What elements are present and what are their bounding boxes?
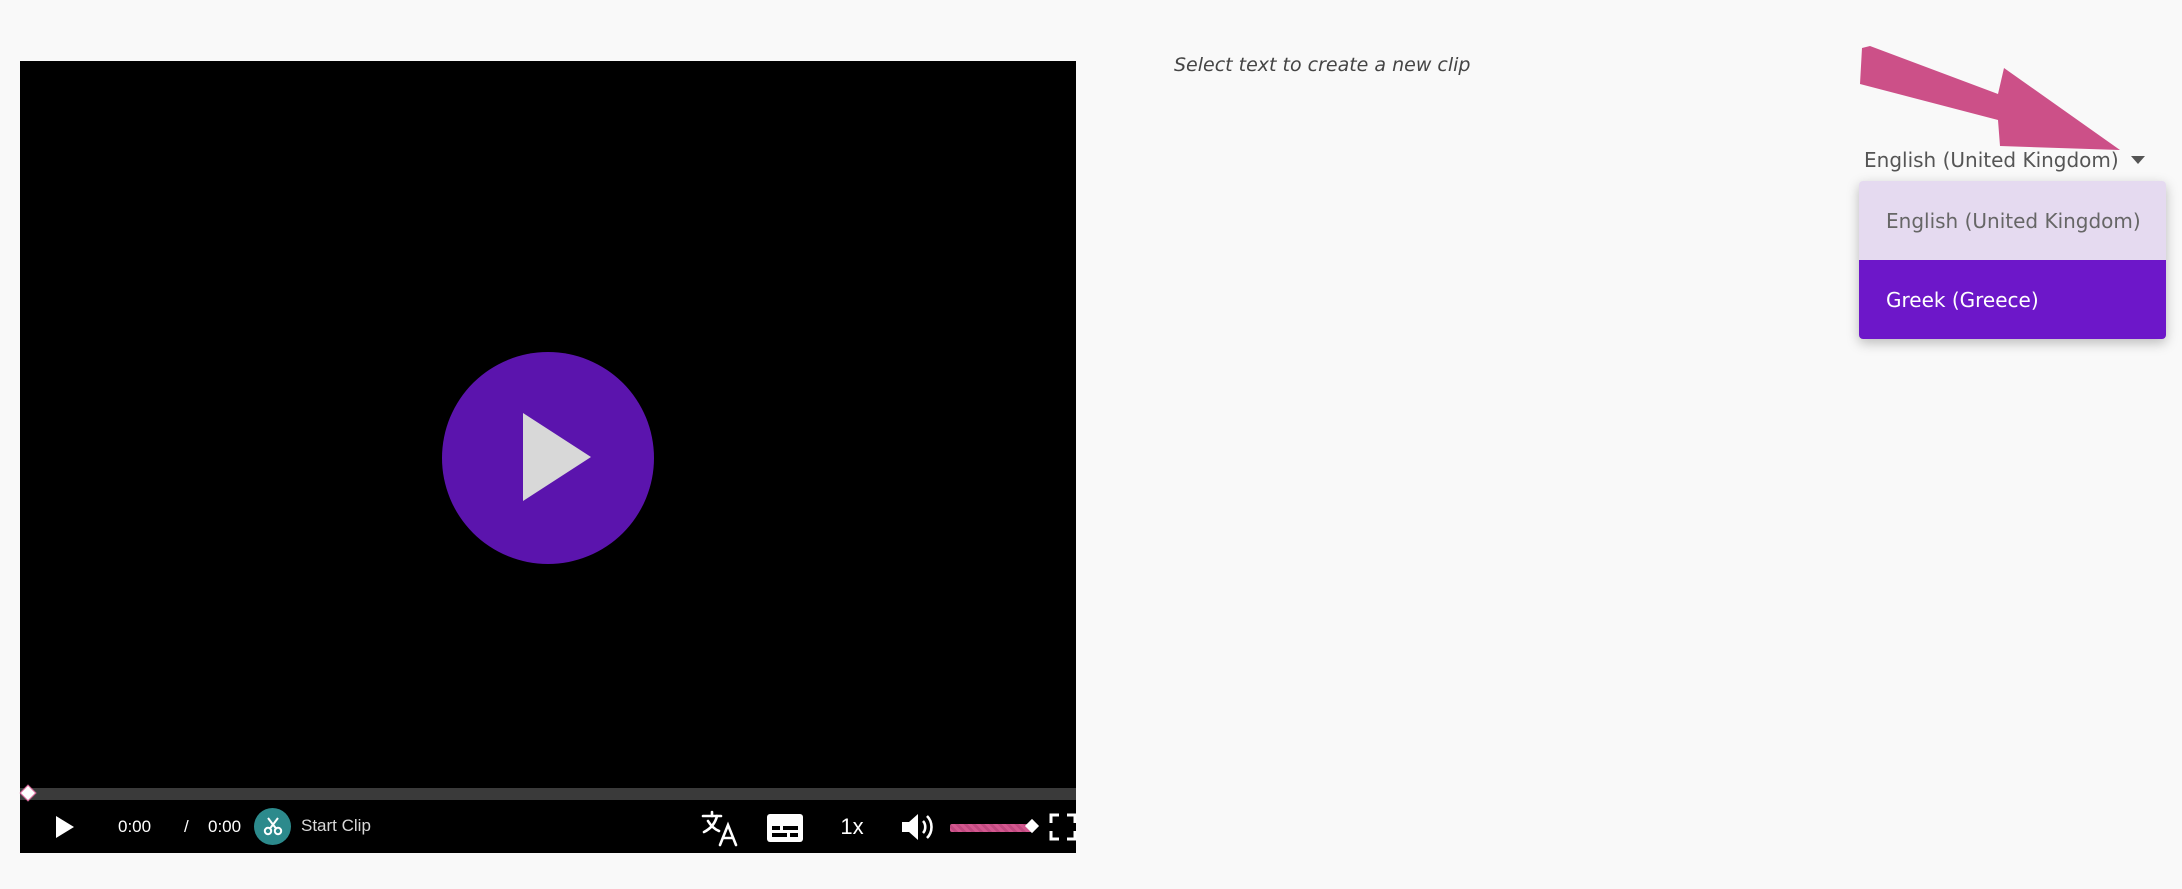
translate-button[interactable] — [700, 808, 740, 848]
translate-icon — [701, 810, 738, 847]
play-icon — [523, 413, 591, 501]
volume-icon — [902, 814, 933, 840]
volume-button[interactable] — [898, 810, 938, 844]
language-option-english[interactable]: English (United Kingdom) — [1859, 181, 2166, 260]
video-player[interactable]: 0:00 / 0:00 Start Clip 1x — [19, 61, 1078, 853]
language-option-greek[interactable]: Greek (Greece) — [1859, 260, 2166, 339]
subtitles-button[interactable] — [766, 810, 804, 846]
scissors-icon — [254, 807, 291, 845]
volume-handle[interactable] — [1024, 818, 1040, 834]
clip-hint: Select text to create a new clip — [1174, 54, 1471, 76]
volume-slider[interactable] — [950, 818, 1040, 834]
play-icon — [56, 816, 74, 838]
play-button[interactable] — [48, 812, 78, 842]
start-clip-label: Start Clip — [301, 816, 371, 835]
control-bar: 0:00 / 0:00 Start Clip 1x — [20, 800, 1078, 853]
progress-handle[interactable] — [19, 784, 37, 802]
time-separator: / — [184, 817, 189, 836]
fullscreen-icon — [1049, 813, 1077, 841]
caret-down-icon — [2130, 156, 2145, 164]
playback-speed-button[interactable]: 1x — [832, 810, 872, 844]
start-clip-button[interactable]: Start Clip — [254, 806, 371, 846]
progress-bar[interactable] — [19, 784, 1076, 802]
subtitles-icon — [767, 814, 803, 842]
page: 0:00 / 0:00 Start Clip 1x Select text to… — [0, 0, 2182, 889]
current-time: 0:00 — [118, 817, 152, 836]
arrow-annotation — [1860, 46, 2120, 150]
big-play-button[interactable] — [442, 352, 654, 564]
duration: 0:00 — [208, 817, 242, 836]
language-dropdown: English (United Kingdom) Greek (Greece) — [1859, 181, 2166, 339]
fullscreen-button[interactable] — [1048, 812, 1078, 842]
